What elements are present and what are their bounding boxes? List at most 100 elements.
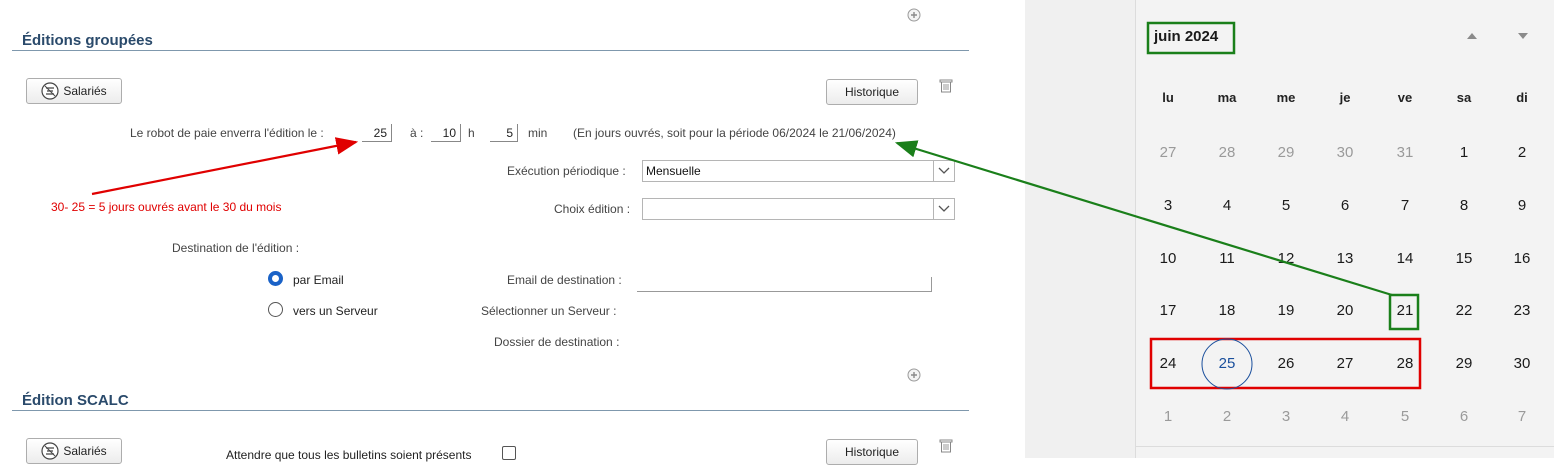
triangle-up-icon[interactable] [1462,28,1482,44]
exec-label: Exécution périodique : [507,164,626,178]
select-server-label: Sélectionner un Serveur : [481,304,617,318]
calendar-day[interactable]: 16 [1502,250,1542,267]
exec-dropdown-button[interactable] [933,160,955,182]
historique-button-label: Historique [844,445,900,459]
calendar-day[interactable]: 4 [1207,197,1247,214]
calendar-day[interactable]: 18 [1207,302,1247,319]
trash-icon[interactable] [937,77,955,95]
calendar-day-other-month[interactable]: 3 [1266,408,1306,425]
email-dest-label: Email de destination : [507,273,622,287]
weekday-di: di [1516,90,1528,105]
hour-field[interactable]: 10 [431,124,461,142]
filter-list-icon [41,442,59,460]
calendar-day-other-month[interactable]: 5 [1385,408,1425,425]
calendar-day[interactable]: 3 [1148,197,1188,214]
calendar-day[interactable]: 1 [1444,144,1484,161]
destination-label: Destination de l'édition : [172,241,300,255]
choix-select[interactable] [642,198,934,220]
radio-email[interactable] [268,271,283,286]
calendar-day[interactable]: 22 [1444,302,1484,319]
calendar-panel: juin 2024 lu ma me je ve sa di 27 28 29 30 31 1 2 3 4 5… [1135,0,1554,458]
trash-icon[interactable] [937,437,955,455]
weekday-me: me [1276,90,1296,105]
salaries-button-scalc[interactable]: Salariés [26,438,122,464]
calendar-bottom-border [1136,446,1554,447]
robot-label: Le robot de paie enverra l'édition le : [130,126,324,140]
historique-button[interactable]: Historique [826,79,918,105]
minute-field[interactable]: 5 [490,124,518,142]
calendar-day[interactable]: 7 [1385,197,1425,214]
calendar-day[interactable]: 19 [1266,302,1306,319]
calendar-day[interactable]: 20 [1325,302,1365,319]
calendar-day[interactable]: 11 [1207,250,1247,267]
triangle-down-icon[interactable] [1513,28,1533,44]
period-note: (En jours ouvrés, soit pour la période 0… [573,126,896,140]
calendar-day-other-month[interactable]: 31 [1385,144,1425,161]
historique-button-scalc[interactable]: Historique [826,439,918,465]
calendar-day[interactable]: 10 [1148,250,1188,267]
calendar-day[interactable]: 25 [1207,355,1247,372]
salaries-button-label: Salariés [63,444,107,458]
salaries-button-label: Salariés [63,84,107,98]
annotation-text: 30- 25 = 5 jours ouvrés avant le 30 du m… [51,200,282,214]
calendar-day[interactable]: 24 [1148,355,1188,372]
a-label: à : [410,126,424,140]
weekday-sa: sa [1456,90,1472,105]
calendar-day[interactable]: 15 [1444,250,1484,267]
choix-dropdown-button[interactable] [933,198,955,220]
section-divider [12,50,969,51]
salaries-button[interactable]: Salariés [26,78,122,104]
calendar-day[interactable]: 26 [1266,355,1306,372]
choix-label: Choix édition : [554,202,631,216]
h-label: h [468,126,475,140]
calendar-day[interactable]: 29 [1444,355,1484,372]
calendar-day-other-month[interactable]: 6 [1444,408,1484,425]
calendar-day-other-month[interactable]: 1 [1148,408,1188,425]
historique-button-label: Historique [844,85,900,99]
plus-circle-icon[interactable] [906,367,922,383]
chevron-down-icon [938,167,950,175]
calendar-day[interactable]: 27 [1325,355,1365,372]
calendar-day[interactable]: 23 [1502,302,1542,319]
calendar-day-other-month[interactable]: 7 [1502,408,1542,425]
calendar-day[interactable]: 8 [1444,197,1484,214]
calendar-day-other-month[interactable]: 28 [1207,144,1247,161]
section-title-edition-scalc: Édition SCALC [22,392,129,409]
calendar-day[interactable]: 2 [1502,144,1542,161]
calendar-day[interactable]: 12 [1266,250,1306,267]
weekday-ve: ve [1397,90,1413,105]
calendar-day[interactable]: 21 [1385,302,1425,319]
day-field[interactable]: 25 [362,124,392,142]
radio-server[interactable] [268,302,283,317]
calendar-month-title[interactable]: juin 2024 [1154,28,1218,45]
calendar-day-other-month[interactable]: 29 [1266,144,1306,161]
plus-circle-icon[interactable] [906,7,922,23]
radio-server-label[interactable]: vers un Serveur [293,304,378,318]
radio-email-label[interactable]: par Email [293,273,344,287]
calendar-day[interactable]: 14 [1385,250,1425,267]
calendar-day[interactable]: 30 [1502,355,1542,372]
dossier-label: Dossier de destination : [494,335,620,349]
calendar-day[interactable]: 9 [1502,197,1542,214]
chevron-down-icon [938,205,950,213]
calendar-day-other-month[interactable]: 4 [1325,408,1365,425]
calendar-day[interactable]: 28 [1385,355,1425,372]
weekday-je: je [1339,90,1351,105]
gap-strip [1025,0,1135,458]
calendar-day-other-month[interactable]: 30 [1325,144,1365,161]
calendar-day[interactable]: 17 [1148,302,1188,319]
calendar-day[interactable]: 6 [1325,197,1365,214]
calendar-day[interactable]: 13 [1325,250,1365,267]
weekday-ma: ma [1217,90,1237,105]
calendar-day[interactable]: 5 [1266,197,1306,214]
weekday-lu: lu [1162,90,1174,105]
calendar-day-other-month[interactable]: 27 [1148,144,1188,161]
min-label: min [528,126,548,140]
section-title-editions-groupees: Éditions groupées [22,32,153,49]
section-divider [12,410,969,411]
edition-settings-panel: Éditions groupées Salariés Historique Le… [0,0,1025,465]
wait-label: Attendre que tous les bulletins soient p… [226,448,472,462]
calendar-day-other-month[interactable]: 2 [1207,408,1247,425]
email-dest-input[interactable] [637,277,932,292]
exec-select[interactable]: Mensuelle [642,160,934,182]
